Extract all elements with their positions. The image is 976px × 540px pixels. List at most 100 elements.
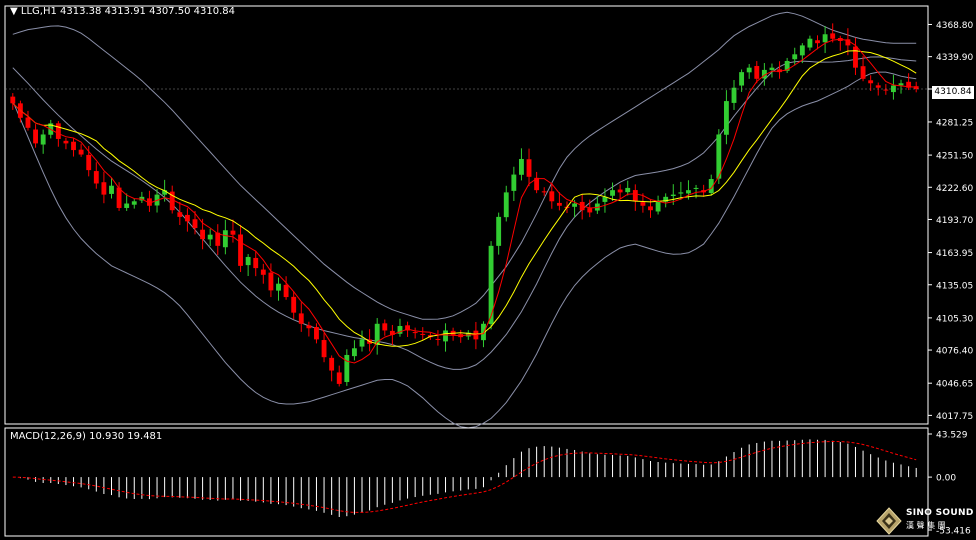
- candle[interactable]: [25, 110, 31, 131]
- bollinger-lower-line: [12, 71, 917, 429]
- candle[interactable]: [420, 327, 426, 341]
- candle[interactable]: [739, 69, 745, 92]
- candle[interactable]: [329, 355, 335, 382]
- candle[interactable]: [63, 137, 69, 150]
- candle[interactable]: [71, 138, 76, 157]
- candle[interactable]: [883, 84, 889, 95]
- candle[interactable]: [139, 191, 145, 204]
- candle[interactable]: [10, 93, 16, 110]
- candle-body: [291, 296, 297, 313]
- candle-body: [260, 269, 266, 275]
- candle[interactable]: [731, 80, 737, 110]
- candle[interactable]: [382, 319, 388, 336]
- candle[interactable]: [131, 198, 137, 209]
- candle[interactable]: [458, 329, 464, 343]
- candle[interactable]: [283, 276, 289, 300]
- candle[interactable]: [192, 210, 198, 235]
- candle-body: [754, 66, 760, 79]
- candle[interactable]: [526, 148, 532, 187]
- candle[interactable]: [101, 171, 107, 204]
- candle[interactable]: [412, 327, 418, 339]
- macd-pane[interactable]: [4, 427, 929, 537]
- candle[interactable]: [617, 184, 623, 200]
- candle[interactable]: [298, 302, 304, 332]
- candle[interactable]: [777, 61, 782, 79]
- price-tick-label: 4251.50: [936, 152, 973, 162]
- candle[interactable]: [632, 184, 638, 211]
- candle-body: [556, 202, 562, 206]
- candle-body: [230, 230, 236, 235]
- candle[interactable]: [625, 180, 631, 196]
- logo-text-cn: 漢 聲 集 團: [906, 521, 946, 530]
- candle[interactable]: [450, 327, 456, 341]
- logo-icon: [876, 507, 902, 535]
- candle[interactable]: [321, 333, 327, 363]
- candle[interactable]: [230, 219, 236, 243]
- price-pane[interactable]: [4, 5, 929, 429]
- candle[interactable]: [222, 219, 228, 255]
- candle[interactable]: [473, 321, 479, 350]
- candle[interactable]: [238, 224, 243, 273]
- candle[interactable]: [260, 263, 266, 284]
- candle[interactable]: [898, 79, 904, 94]
- candle[interactable]: [853, 37, 858, 75]
- candle-body: [86, 154, 92, 171]
- candle[interactable]: [655, 195, 661, 215]
- candle[interactable]: [184, 208, 190, 232]
- candle-body: [731, 87, 737, 103]
- candle[interactable]: [443, 323, 448, 352]
- candle[interactable]: [147, 190, 152, 212]
- candle[interactable]: [723, 90, 729, 145]
- candle[interactable]: [207, 228, 213, 247]
- candle[interactable]: [177, 201, 183, 226]
- candle[interactable]: [906, 73, 912, 91]
- candle[interactable]: [792, 47, 798, 66]
- candle-body: [268, 272, 274, 291]
- candle[interactable]: [397, 318, 403, 337]
- candle[interactable]: [503, 185, 509, 222]
- candle-body: [632, 190, 638, 202]
- candle-body: [617, 189, 623, 193]
- candle[interactable]: [93, 162, 99, 189]
- candle-body: [245, 256, 251, 266]
- candle-body: [655, 201, 661, 212]
- candle[interactable]: [602, 188, 608, 213]
- candle[interactable]: [890, 74, 896, 100]
- candle[interactable]: [344, 349, 350, 386]
- candle[interactable]: [534, 171, 540, 194]
- candle[interactable]: [253, 250, 259, 277]
- candle[interactable]: [784, 57, 790, 74]
- candle[interactable]: [291, 291, 297, 320]
- candle[interactable]: [351, 340, 357, 361]
- candle[interactable]: [837, 35, 843, 51]
- candle[interactable]: [374, 318, 380, 355]
- candle-body: [792, 54, 798, 60]
- candle[interactable]: [579, 194, 585, 220]
- logo-text-en: SINO SOUND: [906, 508, 974, 518]
- candle[interactable]: [86, 145, 92, 177]
- candle[interactable]: [33, 124, 39, 148]
- candle[interactable]: [245, 254, 251, 277]
- candle[interactable]: [306, 321, 312, 337]
- candle-body: [298, 313, 304, 324]
- candle[interactable]: [746, 64, 752, 79]
- candle[interactable]: [359, 330, 365, 352]
- candle[interactable]: [519, 148, 524, 181]
- candle[interactable]: [860, 55, 866, 82]
- candle[interactable]: [336, 365, 342, 387]
- trading-chart[interactable]: 4368.80 4339.90 4281.25 4251.50 4222.60 4193.…: [0, 0, 976, 540]
- candle-body: [412, 332, 418, 334]
- candle[interactable]: [435, 330, 441, 346]
- candle[interactable]: [314, 323, 319, 344]
- candle[interactable]: [276, 277, 281, 301]
- candle[interactable]: [40, 129, 46, 154]
- candle[interactable]: [822, 26, 828, 54]
- candle[interactable]: [215, 224, 221, 256]
- dropdown-arrow-icon[interactable]: ▼: [10, 6, 18, 17]
- candle[interactable]: [496, 212, 502, 255]
- candle[interactable]: [511, 166, 517, 202]
- candle[interactable]: [807, 35, 813, 51]
- candle[interactable]: [78, 143, 84, 157]
- candle[interactable]: [868, 75, 874, 91]
- candle-body: [670, 194, 676, 197]
